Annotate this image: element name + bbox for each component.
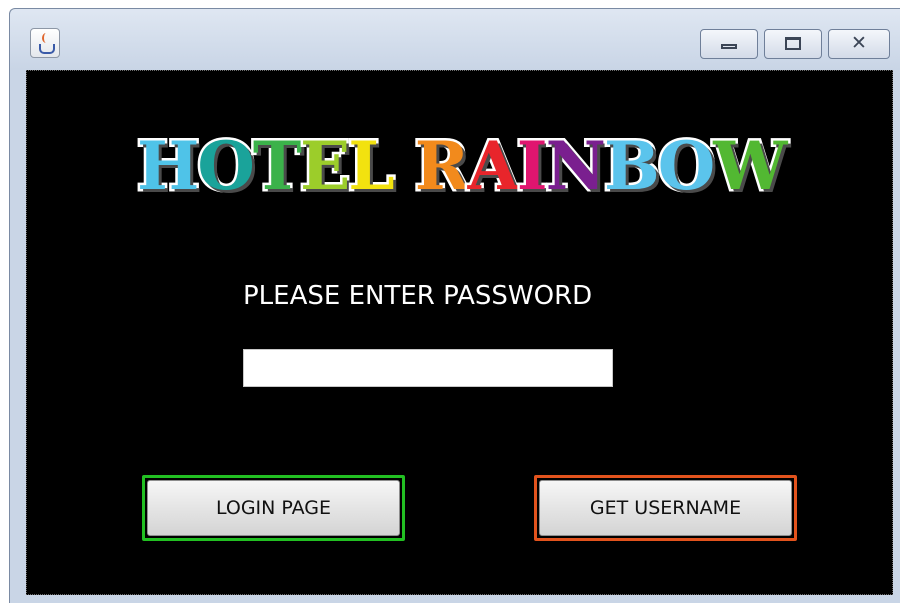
java-coffee-icon[interactable] <box>30 28 60 58</box>
close-button[interactable]: ✕ <box>828 29 890 59</box>
logo-letter: B <box>601 125 662 208</box>
logo-letter: R <box>412 125 472 208</box>
password-prompt: PLEASE ENTER PASSWORD <box>243 281 593 311</box>
minimize-icon <box>721 44 737 49</box>
login-page-label: LOGIN PAGE <box>147 480 400 536</box>
login-panel: HOTEL RAINBOW PLEASE ENTER PASSWORD LOGIN… <box>26 70 893 595</box>
logo-letter: E <box>297 125 352 208</box>
logo-letter: O <box>195 125 257 208</box>
maximize-icon <box>785 37 801 50</box>
login-page-button[interactable]: LOGIN PAGE <box>142 475 405 541</box>
minimize-button[interactable] <box>700 29 758 59</box>
logo-letter: O <box>655 125 717 208</box>
logo-letter: H <box>134 125 201 208</box>
get-username-button[interactable]: GET USERNAME <box>534 475 797 541</box>
logo-letter: T <box>250 125 304 208</box>
logo-letter: N <box>543 125 608 208</box>
get-username-label: GET USERNAME <box>539 480 792 536</box>
logo-letter: W <box>711 125 790 208</box>
logo-letter: A <box>465 125 521 208</box>
hotel-rainbow-logo: HOTEL RAINBOW <box>134 125 789 208</box>
title-bar[interactable]: ✕ <box>10 9 900 69</box>
maximize-button[interactable] <box>764 29 822 59</box>
logo-letter: L <box>346 125 397 208</box>
password-field[interactable] <box>243 349 613 387</box>
logo-letter: I <box>514 125 550 208</box>
close-icon: ✕ <box>851 32 867 54</box>
application-window: ✕ HOTEL RAINBOW PLEASE ENTER PASSWORD LOG… <box>9 8 900 603</box>
